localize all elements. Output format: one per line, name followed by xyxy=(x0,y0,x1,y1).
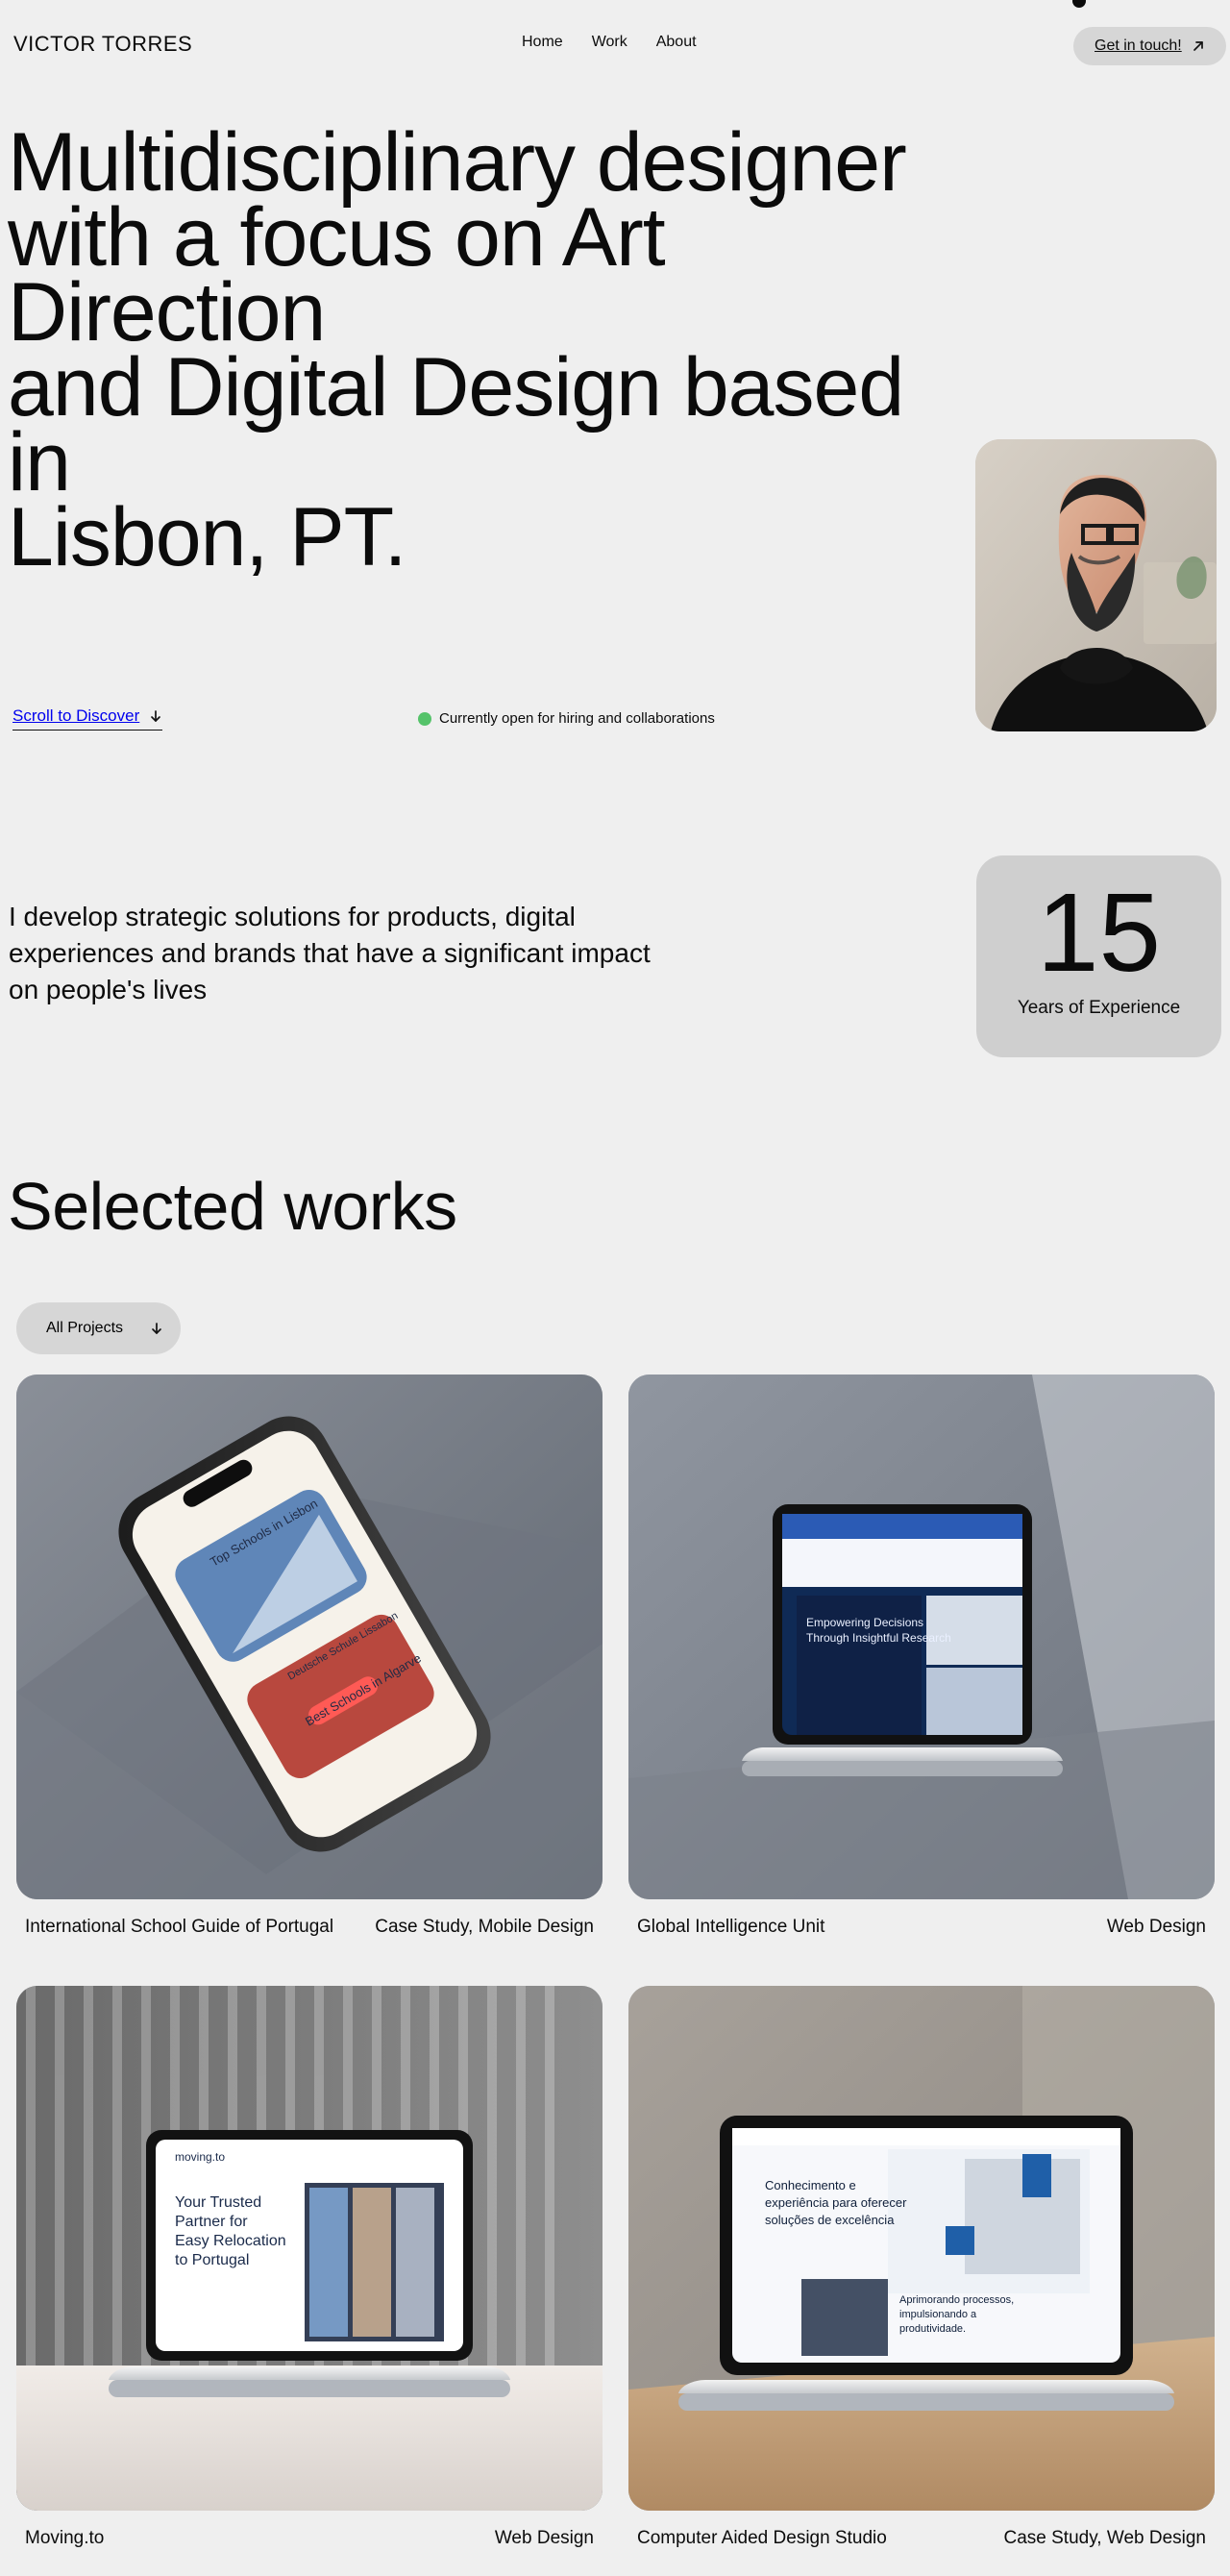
work-card-4[interactable]: Conhecimento e experiência para oferecer… xyxy=(628,1986,1215,2549)
work-title-1[interactable]: International School Guide of Portugal xyxy=(25,1917,333,1938)
brand-logo[interactable]: VICTOR TORRES xyxy=(13,32,192,57)
nav-home-link[interactable]: Home xyxy=(522,34,563,51)
availability-status: Currently open for hiring and collaborat… xyxy=(418,710,715,727)
site-header: VICTOR TORRES Home Work About Get in tou… xyxy=(0,0,1230,88)
work-title-4[interactable]: Computer Aided Design Studio xyxy=(637,2528,887,2549)
work-3-mock-line-1: moving.to xyxy=(175,2150,225,2164)
main-nav: Home Work About xyxy=(522,34,697,51)
intro-line-2: experiences and brands that have a signi… xyxy=(9,938,651,968)
work-thumbnail-1[interactable]: Top Schools in Lisbon Deutsche Schule Li… xyxy=(16,1375,603,1899)
work-meta-2: Global Intelligence Unit Web Design xyxy=(628,1899,1215,1938)
work-4-mock-line-4: Aprimorando processos, xyxy=(899,2294,1014,2306)
selected-works-title: Selected works xyxy=(8,1169,457,1244)
nav-about-link[interactable]: About xyxy=(656,34,697,51)
work-card-2[interactable]: Empowering Decisions Through Insightful … xyxy=(628,1375,1215,1938)
work-tags-1: Case Study, Mobile Design xyxy=(375,1917,594,1937)
work-3-mock-line-4: Easy Relocation xyxy=(175,2233,286,2249)
status-dot-icon xyxy=(418,711,431,726)
project-filter-dropdown[interactable]: All Projects xyxy=(16,1302,181,1354)
experience-label: Years of Experience xyxy=(1017,998,1181,1018)
work-title-2[interactable]: Global Intelligence Unit xyxy=(637,1917,824,1938)
scroll-to-discover-link[interactable]: Scroll to Discover xyxy=(12,706,163,731)
work-4-mock-line-6: produtividade. xyxy=(899,2323,966,2335)
work-card-1[interactable]: Top Schools in Lisbon Deutsche Schule Li… xyxy=(16,1375,603,1938)
work-tags-4: Case Study, Web Design xyxy=(1003,2528,1206,2548)
availability-text: Currently open for hiring and collaborat… xyxy=(439,710,715,727)
work-3-mock-line-5: to Portugal xyxy=(175,2252,249,2268)
work-card-3[interactable]: moving.to Your Trusted Partner for Easy … xyxy=(16,1986,603,2549)
portrait-photo xyxy=(975,439,1217,731)
works-grid: Top Schools in Lisbon Deutsche Schule Li… xyxy=(16,1375,1215,2549)
experience-years: 15 xyxy=(1036,870,1162,995)
arrow-down-icon xyxy=(150,1322,163,1335)
scroll-label: Scroll to Discover xyxy=(12,706,140,725)
work-2-mock-line-2: Through Insightful Research xyxy=(806,1631,951,1645)
work-2-mock-line-1: Empowering Decisions xyxy=(806,1616,923,1629)
intro-line-1: I develop strategic solutions for produc… xyxy=(9,902,576,931)
work-3-mock-line-3: Partner for xyxy=(175,2214,248,2230)
work-meta-4: Computer Aided Design Studio Case Study,… xyxy=(628,2511,1215,2549)
work-meta-3: Moving.to Web Design xyxy=(16,2511,603,2549)
work-4-mock-line-3: soluções de excelência xyxy=(765,2213,895,2227)
work-4-mock-line-5: impulsionando a xyxy=(899,2309,977,2320)
arrow-up-right-icon xyxy=(1192,39,1205,53)
filter-selected-value: All Projects xyxy=(46,1320,124,1336)
get-in-touch-button[interactable]: Get in touch! xyxy=(1073,27,1226,65)
work-thumbnail-2[interactable]: Empowering Decisions Through Insightful … xyxy=(628,1375,1215,1899)
hero-line-4: Lisbon, PT. xyxy=(8,491,406,583)
experience-card: 15 Years of Experience xyxy=(976,855,1221,1057)
work-meta-1: International School Guide of Portugal C… xyxy=(16,1899,603,1938)
get-in-touch-label: Get in touch! xyxy=(1095,37,1182,54)
intro-line-3: on people's lives xyxy=(9,975,208,1004)
work-thumbnail-4[interactable]: Conhecimento e experiência para oferecer… xyxy=(628,1986,1215,2511)
hero-line-3: and Digital Design based in xyxy=(8,341,904,508)
work-4-mock-line-2: experiência para oferecer xyxy=(765,2195,907,2210)
arrow-down-icon xyxy=(149,709,162,723)
nav-work-link[interactable]: Work xyxy=(592,34,627,51)
work-3-mock-line-2: Your Trusted xyxy=(175,2194,261,2211)
work-4-mock-line-1: Conhecimento e xyxy=(765,2178,856,2192)
hero-line-2: with a focus on Art Direction xyxy=(8,191,666,359)
work-tags-3: Web Design xyxy=(494,2528,594,2548)
hero-headline: Multidisciplinary designer with a focus … xyxy=(8,121,949,579)
intro-paragraph: I develop strategic solutions for produc… xyxy=(9,899,672,1008)
work-title-3[interactable]: Moving.to xyxy=(25,2528,104,2549)
work-thumbnail-3[interactable]: moving.to Your Trusted Partner for Easy … xyxy=(16,1986,603,2511)
work-tags-2: Web Design xyxy=(1106,1917,1206,1937)
